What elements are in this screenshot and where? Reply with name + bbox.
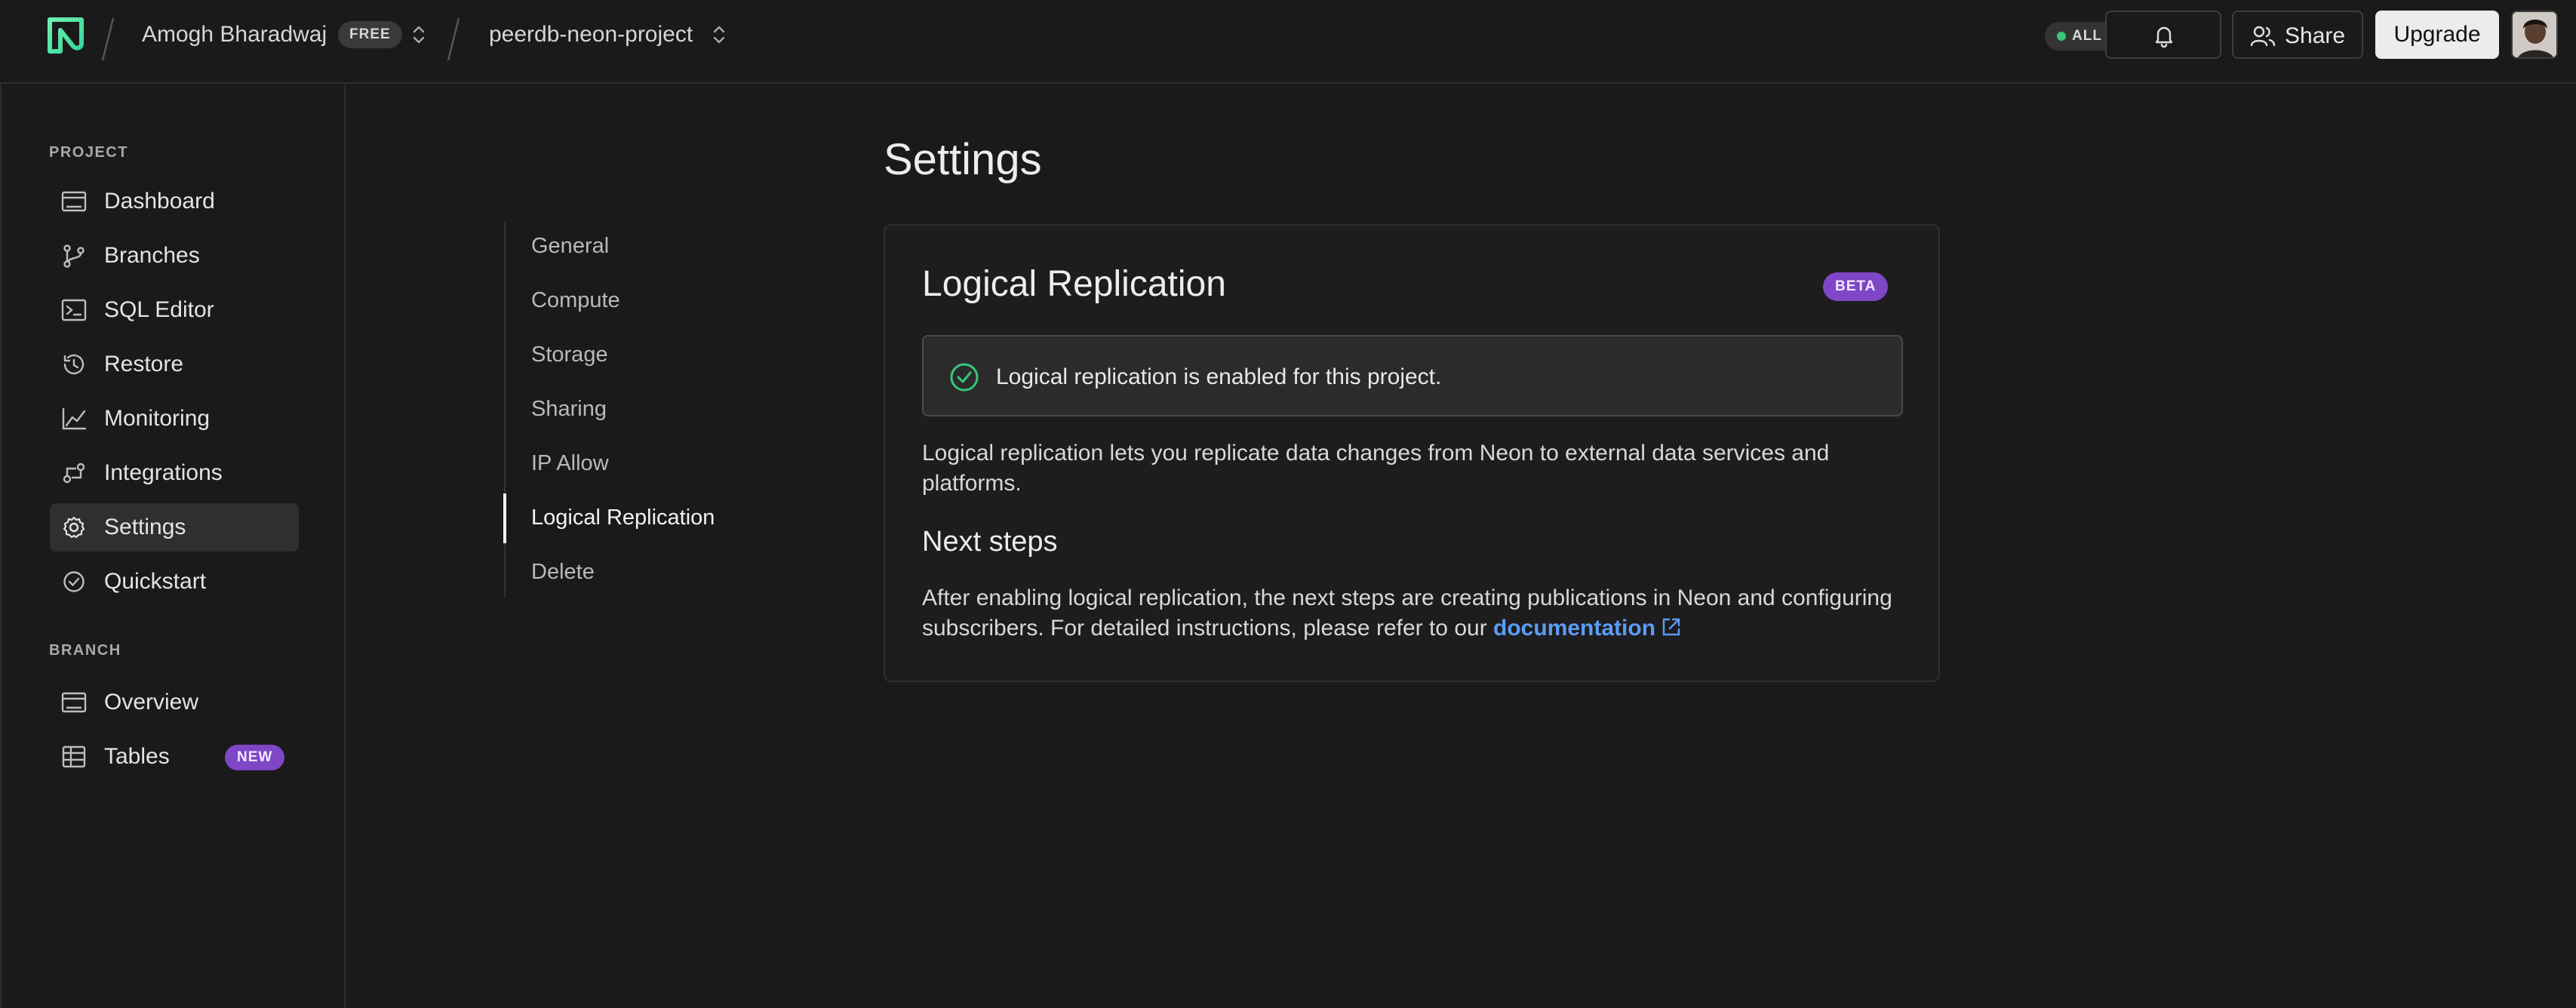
next-steps-text: After enabling logical replication, the … (922, 585, 1892, 641)
gear-icon (63, 516, 85, 539)
check-circle-icon (63, 571, 85, 592)
sidebar-item-restore[interactable]: Restore (50, 340, 299, 389)
page-title: Settings (884, 135, 1042, 184)
sidebar-item-label: Settings (104, 515, 186, 539)
check-circle-icon (950, 363, 979, 392)
sidebar-item-integrations[interactable]: Integrations (50, 449, 299, 497)
chevron-updown-icon[interactable] (711, 23, 727, 47)
sidebar-item-label: Monitoring (104, 406, 211, 431)
settings-nav-storage[interactable]: Storage (531, 343, 608, 367)
logical-replication-card: Logical Replication BETA Logical replica… (884, 224, 1940, 682)
external-link-icon (1662, 618, 1680, 636)
project-section-heading: PROJECT (49, 144, 128, 161)
branch-section-heading: BRANCH (49, 642, 121, 659)
settings-nav-delete[interactable]: Delete (531, 560, 595, 584)
sidebar-item-settings[interactable]: Settings (50, 503, 299, 552)
dashboard-icon (61, 191, 87, 212)
settings-nav-general[interactable]: General (531, 234, 609, 258)
settings-nav-ip-allow[interactable]: IP Allow (531, 451, 609, 475)
user-avatar-icon (2513, 12, 2556, 57)
workspace-name[interactable]: Amogh Bharadwaj (142, 23, 327, 47)
branch-icon (63, 244, 85, 268)
share-button[interactable]: Share (2232, 11, 2363, 59)
sidebar-item-branches[interactable]: Branches (50, 232, 299, 280)
sidebar-item-dashboard[interactable]: Dashboard (50, 177, 299, 226)
sidebar-item-label: Quickstart (104, 569, 207, 594)
sidebar-item-label: Integrations (104, 460, 223, 485)
breadcrumb-divider (101, 17, 115, 61)
sidebar: PROJECT Dashboard Branches SQL Editor Re… (0, 84, 346, 1008)
terminal-icon (61, 299, 87, 321)
beta-badge: BETA (1823, 272, 1889, 301)
description-text: Logical replication lets you replicate d… (922, 441, 1830, 496)
sidebar-item-label: Overview (104, 690, 199, 715)
status-dot-icon (2057, 32, 2066, 41)
sidebar-item-label: Branches (104, 243, 200, 268)
settings-nav-logical-replication[interactable]: Logical Replication (531, 506, 715, 530)
history-icon (63, 354, 85, 375)
upgrade-button[interactable]: Upgrade (2375, 11, 2499, 59)
integrations-icon (63, 463, 85, 484)
table-icon (62, 745, 86, 768)
breadcrumb-divider (447, 17, 460, 61)
neon-logo-icon[interactable] (47, 17, 85, 54)
settings-nav-sharing[interactable]: Sharing (531, 397, 607, 421)
notifications-button[interactable] (2105, 11, 2221, 59)
share-label: Share (2285, 23, 2346, 48)
sidebar-item-label: Restore (104, 352, 184, 376)
users-icon (2250, 26, 2276, 47)
project-name[interactable]: peerdb-neon-project (489, 23, 693, 47)
sidebar-item-overview[interactable]: Overview (50, 678, 299, 727)
avatar[interactable] (2511, 11, 2558, 59)
chart-line-icon (62, 407, 87, 430)
settings-nav: General Compute Storage Sharing IP Allow… (503, 222, 730, 598)
documentation-link-label: documentation (1493, 616, 1656, 641)
dashboard-icon (61, 692, 87, 713)
bell-icon (2155, 26, 2173, 48)
sidebar-item-monitoring[interactable]: Monitoring (50, 395, 299, 443)
chevron-updown-icon[interactable] (410, 23, 427, 47)
plan-badge: FREE (338, 21, 402, 48)
settings-nav-compute[interactable]: Compute (531, 288, 620, 312)
sidebar-item-label: SQL Editor (104, 297, 214, 322)
sidebar-item-sql-editor[interactable]: SQL Editor (50, 286, 299, 334)
active-nav-indicator (503, 493, 506, 543)
sidebar-item-label: Tables (104, 744, 170, 769)
sidebar-item-tables[interactable]: Tables NEW (50, 733, 299, 781)
card-title: Logical Replication (922, 264, 1226, 304)
documentation-link[interactable]: documentation (1493, 616, 1683, 641)
sidebar-item-label: Dashboard (104, 189, 215, 214)
next-steps-paragraph: After enabling logical replication, the … (922, 583, 1903, 644)
sidebar-item-quickstart[interactable]: Quickstart (50, 558, 299, 606)
new-badge: NEW (225, 745, 285, 770)
status-message: Logical replication is enabled for this … (996, 364, 1442, 389)
next-steps-heading: Next steps (922, 526, 1058, 558)
status-alert: Logical replication is enabled for this … (922, 335, 1903, 416)
